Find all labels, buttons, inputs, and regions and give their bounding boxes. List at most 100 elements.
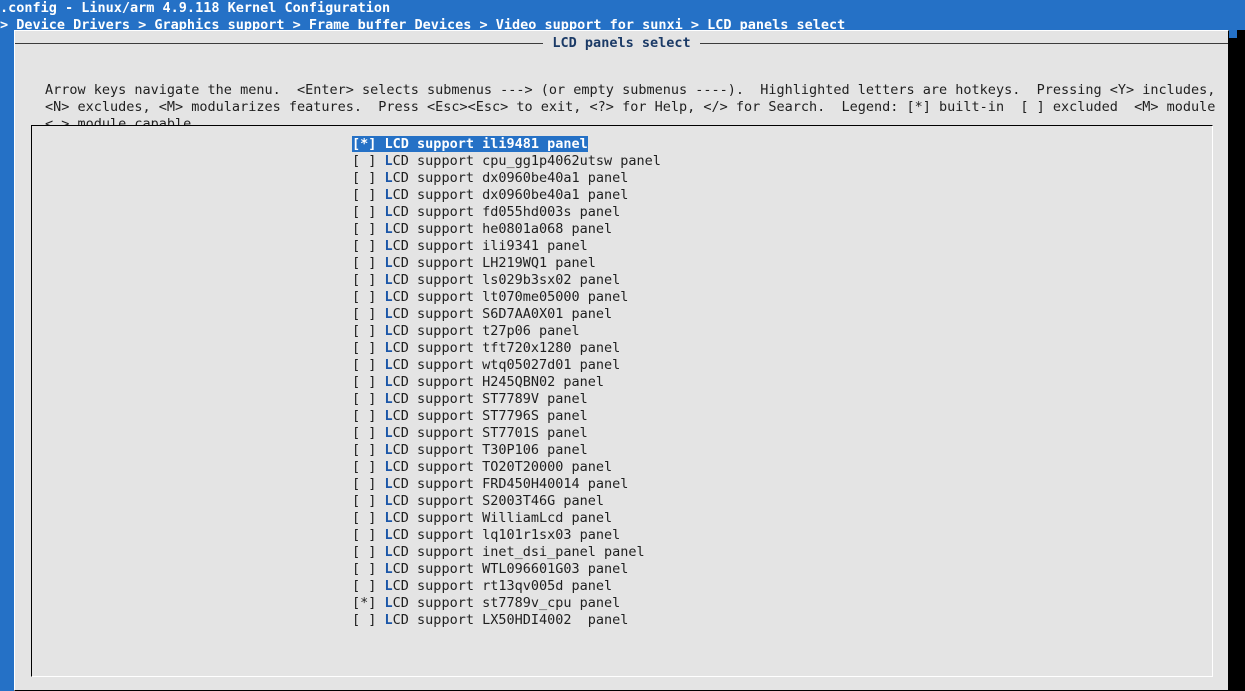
menu-item[interactable]: [ ] LCD support TO20T20000 panel: [32, 459, 1212, 476]
menu-item-checkbox[interactable]: [ ]: [352, 510, 376, 526]
menu-item-text: [ ] LCD support tft720x1280 panel: [352, 340, 620, 356]
menu-item-gap: [376, 136, 384, 152]
menu-item-text: [ ] LCD support S6D7AA0X01 panel: [352, 306, 612, 322]
menu-item[interactable]: [ ] LCD support WilliamLcd panel: [32, 510, 1212, 527]
menu-item-label: CD support ili9341 panel: [393, 238, 588, 254]
menu-item[interactable]: [ ] LCD support tft720x1280 panel: [32, 340, 1212, 357]
menu-item-label: CD support he0801a068 panel: [393, 221, 612, 237]
menu-item[interactable]: [ ] LCD support ili9341 panel: [32, 238, 1212, 255]
menu-item-checkbox[interactable]: [ ]: [352, 238, 376, 254]
help-line: Arrow keys navigate the menu. <Enter> se…: [45, 82, 1205, 99]
menu-item[interactable]: [ ] LCD support ST7796S panel: [32, 408, 1212, 425]
menu-item[interactable]: [ ] LCD support LH219WQ1 panel: [32, 255, 1212, 272]
menu-item-checkbox[interactable]: [ ]: [352, 459, 376, 475]
menu-item[interactable]: [ ] LCD support ST7701S panel: [32, 425, 1212, 442]
menu-item-checkbox[interactable]: [ ]: [352, 391, 376, 407]
menu-item-checkbox[interactable]: [ ]: [352, 204, 376, 220]
menu-item[interactable]: [*] LCD support ili9481 panel: [32, 136, 1212, 153]
menu-item-text: [ ] LCD support S2003T46G panel: [352, 493, 604, 509]
menu-item-label: CD support S2003T46G panel: [393, 493, 604, 509]
menu-item-checkbox[interactable]: [ ]: [352, 442, 376, 458]
menu-item-hotkey: L: [385, 510, 393, 526]
menu-item-checkbox[interactable]: [ ]: [352, 323, 376, 339]
menu-item-checkbox[interactable]: [ ]: [352, 357, 376, 373]
menu-item-checkbox[interactable]: [ ]: [352, 187, 376, 203]
menu-item-hotkey: L: [385, 391, 393, 407]
menu-item[interactable]: [ ] LCD support ST7789V panel: [32, 391, 1212, 408]
menu-item-label: CD support cpu_gg1p4062utsw panel: [393, 153, 661, 169]
menu-item[interactable]: [ ] LCD support rt13qv005d panel: [32, 578, 1212, 595]
menu-item[interactable]: [ ] LCD support inet_dsi_panel panel: [32, 544, 1212, 561]
menu-item-gap: [376, 561, 384, 577]
menu-item-hotkey: L: [385, 272, 393, 288]
menu-item[interactable]: [ ] LCD support ls029b3sx02 panel: [32, 272, 1212, 289]
menu-item-checkbox[interactable]: [ ]: [352, 153, 376, 169]
menu-item[interactable]: [ ] LCD support t27p06 panel: [32, 323, 1212, 340]
menu-item-label: CD support ls029b3sx02 panel: [393, 272, 621, 288]
menu-item-label: CD support ili9481 panel: [393, 136, 588, 152]
menu-item-hotkey: L: [385, 612, 393, 628]
menu-item-checkbox[interactable]: [*]: [352, 136, 376, 152]
menu-item-checkbox[interactable]: [ ]: [352, 612, 376, 628]
menu-item-label: CD support LH219WQ1 panel: [393, 255, 596, 271]
menu-item-gap: [376, 255, 384, 271]
menu-item-checkbox[interactable]: [ ]: [352, 170, 376, 186]
menu-item-gap: [376, 578, 384, 594]
menu-item-hotkey: L: [385, 289, 393, 305]
menu-item[interactable]: [ ] LCD support fd055hd003s panel: [32, 204, 1212, 221]
terminal-right-edge: [1237, 30, 1245, 691]
dialog-title: LCD panels select: [543, 35, 699, 52]
menu-item-gap: [376, 595, 384, 611]
menu-item-text: [ ] LCD support wtq05027d01 panel: [352, 357, 620, 373]
menu-item-checkbox[interactable]: [ ]: [352, 476, 376, 492]
menu-item[interactable]: [ ] LCD support FRD450H40014 panel: [32, 476, 1212, 493]
title-rule-left: [15, 43, 543, 44]
menu-item[interactable]: [ ] LCD support H245QBN02 panel: [32, 374, 1212, 391]
menu-item-text: [ ] LCD support cpu_gg1p4062utsw panel: [352, 153, 661, 169]
menu-item-label: CD support FRD450H40014 panel: [393, 476, 629, 492]
menu-item-hotkey: L: [385, 153, 393, 169]
menu-item-checkbox[interactable]: [ ]: [352, 408, 376, 424]
menu-item[interactable]: [ ] LCD support WTL096601G03 panel: [32, 561, 1212, 578]
menu-item[interactable]: [ ] LCD support cpu_gg1p4062utsw panel: [32, 153, 1212, 170]
menu-item-checkbox[interactable]: [ ]: [352, 289, 376, 305]
menu-item[interactable]: [ ] LCD support S2003T46G panel: [32, 493, 1212, 510]
menu-item[interactable]: [ ] LCD support S6D7AA0X01 panel: [32, 306, 1212, 323]
menu-item-checkbox[interactable]: [ ]: [352, 544, 376, 560]
menu-item[interactable]: [ ] LCD support lq101r1sx03 panel: [32, 527, 1212, 544]
menu-item[interactable]: [ ] LCD support T30P106 panel: [32, 442, 1212, 459]
menu-item-checkbox[interactable]: [ ]: [352, 425, 376, 441]
menu-item-label: CD support lq101r1sx03 panel: [393, 527, 621, 543]
menu-item[interactable]: [ ] LCD support he0801a068 panel: [32, 221, 1212, 238]
menu-item[interactable]: [ ] LCD support wtq05027d01 panel: [32, 357, 1212, 374]
menu-item-hotkey: L: [385, 323, 393, 339]
menu-item-checkbox[interactable]: [ ]: [352, 306, 376, 322]
menu-item-label: CD support ST7796S panel: [393, 408, 588, 424]
menu-item-checkbox[interactable]: [ ]: [352, 374, 376, 390]
menu-item-label: CD support T30P106 panel: [393, 442, 588, 458]
menu-item-gap: [376, 221, 384, 237]
menu-item-text: [ ] LCD support ST7796S panel: [352, 408, 588, 424]
menu-item[interactable]: [ ] LCD support lt070me05000 panel: [32, 289, 1212, 306]
menu-item-checkbox[interactable]: [ ]: [352, 272, 376, 288]
menu-item-gap: [376, 204, 384, 220]
menu-item[interactable]: [ ] LCD support dx0960be40a1 panel: [32, 187, 1212, 204]
menu-item[interactable]: [ ] LCD support dx0960be40a1 panel: [32, 170, 1212, 187]
menu-item-checkbox[interactable]: [ ]: [352, 561, 376, 577]
menu-item-gap: [376, 170, 384, 186]
menu-item-checkbox[interactable]: [ ]: [352, 527, 376, 543]
menu-item-hotkey: L: [385, 340, 393, 356]
menu-item-checkbox[interactable]: [ ]: [352, 578, 376, 594]
menu-item[interactable]: [ ] LCD support LX50HDI4002 panel: [32, 612, 1212, 629]
menu-item-text: [*] LCD support st7789v_cpu panel: [352, 595, 620, 611]
menu-item-checkbox[interactable]: [ ]: [352, 221, 376, 237]
menu-item-checkbox[interactable]: [*]: [352, 595, 376, 611]
menu-item-text: [ ] LCD support dx0960be40a1 panel: [352, 170, 628, 186]
menu-item-hotkey: L: [385, 170, 393, 186]
menu-item[interactable]: [*] LCD support st7789v_cpu panel: [32, 595, 1212, 612]
menu-item-checkbox[interactable]: [ ]: [352, 255, 376, 271]
menu-item-checkbox[interactable]: [ ]: [352, 493, 376, 509]
menu-item-gap: [376, 527, 384, 543]
dialog-titlebar: LCD panels select: [15, 34, 1228, 52]
menu-item-checkbox[interactable]: [ ]: [352, 340, 376, 356]
